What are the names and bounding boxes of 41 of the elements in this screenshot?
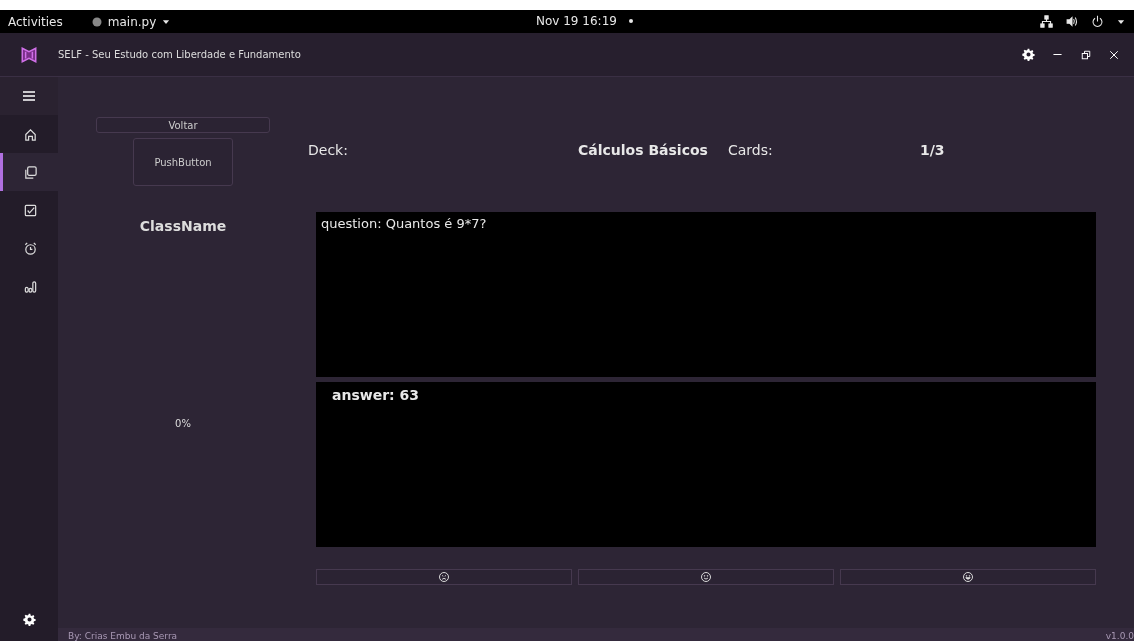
menu-button[interactable] xyxy=(21,88,37,104)
settings-icon xyxy=(22,612,36,626)
settings-button[interactable] xyxy=(1022,48,1035,61)
sad-face-icon xyxy=(438,571,450,583)
app-menu[interactable]: main.py xyxy=(107,14,157,29)
activities-button[interactable]: Activities xyxy=(8,14,63,29)
restore-icon xyxy=(1080,48,1092,61)
answer-text: answer: 63 xyxy=(332,387,420,403)
close-button[interactable] xyxy=(1108,48,1120,61)
power-icon xyxy=(1091,15,1104,28)
app-logo-icon xyxy=(20,45,38,64)
cards-icon xyxy=(23,164,38,180)
image-button[interactable]: PushButton xyxy=(133,138,233,186)
restore-button[interactable] xyxy=(1080,48,1092,61)
card-counter: 1/3 xyxy=(920,142,945,158)
clock[interactable]: Nov 19 16:19 xyxy=(536,14,617,28)
dot-icon xyxy=(626,17,635,25)
close-icon xyxy=(1108,48,1120,61)
sidebar-item[interactable] xyxy=(0,153,58,191)
credits-text: By: Crias Embu da Serra xyxy=(68,631,178,641)
alarm-clock-icon xyxy=(23,240,38,256)
cards-label: Cards: xyxy=(728,142,774,158)
grin-face-icon xyxy=(962,571,974,583)
class-name: ClassName xyxy=(139,218,227,234)
network-icon xyxy=(1040,15,1053,28)
volume-icon xyxy=(1065,15,1079,28)
bar-chart-icon xyxy=(23,278,38,294)
deck-name: Cálculos Básicos xyxy=(578,142,709,158)
settings-icon xyxy=(1022,48,1035,61)
window-title: SELF - Seu Estudo com Liberdade e Fundamento xyxy=(58,49,301,60)
deck-label: Deck: xyxy=(308,142,349,158)
checkbox-icon xyxy=(23,202,38,218)
question-text: question: Quantos é 9*7? xyxy=(321,216,487,231)
settings-button[interactable] xyxy=(22,612,36,626)
version-text: v1.0.0 xyxy=(1105,631,1134,641)
smile-face-icon xyxy=(700,571,712,583)
back-button[interactable]: Voltar xyxy=(96,117,270,133)
home-icon xyxy=(23,126,38,142)
menu-icon xyxy=(21,88,37,104)
progress-label: 0% xyxy=(175,418,191,429)
app-icon xyxy=(90,15,103,28)
